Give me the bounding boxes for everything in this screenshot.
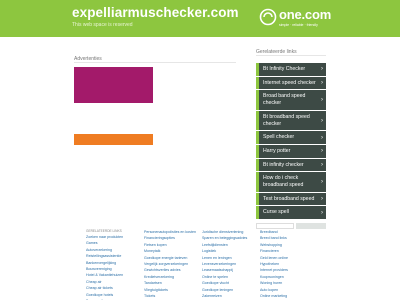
one-com-logo[interactable]: one.com simple · reliable · friendly: [259, 6, 332, 32]
footer-column: GERELATEERDE LINKS Zoeken naar produkten…: [86, 229, 142, 300]
footer-link[interactable]: Tickets: [144, 293, 200, 299]
brand-name: one.com: [279, 7, 332, 22]
ad-stripe-orange: [74, 134, 153, 145]
related-link[interactable]: Harry potter ›: [256, 144, 326, 158]
chevron-right-icon: ›: [321, 148, 323, 155]
related-link-label: Test broadband speed: [263, 195, 315, 202]
chevron-right-icon: ›: [321, 80, 323, 87]
related-link-label: Broad band speed checker: [263, 93, 306, 107]
chevron-right-icon: ›: [321, 161, 323, 168]
chevron-right-icon: ›: [321, 134, 323, 141]
chevron-right-icon: ›: [321, 97, 323, 104]
related-link[interactable]: Test broadband speed ›: [256, 192, 326, 206]
related-link-label: Bt broadband speed checker: [263, 113, 310, 127]
related-link-label: Curse spell: [263, 209, 289, 216]
related-link[interactable]: Bt infinity checker ›: [256, 158, 326, 172]
related-link[interactable]: Broad band speed checker ›: [256, 90, 326, 110]
related-link-label: Harry potter: [263, 147, 291, 154]
chevron-right-icon: ›: [321, 196, 323, 203]
chevron-right-icon: ›: [321, 179, 323, 186]
footer-column: Breedband Breed band links Webshopping Fina…: [260, 229, 316, 299]
footer-column: Personenautopolisties en kosten Financier…: [144, 229, 200, 299]
footer-link[interactable]: Online marketing: [260, 293, 316, 299]
related-link[interactable]: Curse spell ›: [256, 206, 326, 220]
chevron-right-icon: ›: [321, 209, 323, 216]
related-link-label: How do i check broadband speed: [263, 175, 304, 189]
ad-stripe-magenta: [74, 67, 153, 103]
related-link-label: Spell checker: [263, 134, 295, 141]
related-link[interactable]: Internet speed checker ›: [256, 76, 326, 90]
footer-column: Juridische dienstverlening Sparen en bele…: [202, 229, 258, 299]
related-link-label: Bt infinity checker: [263, 161, 304, 168]
ad-divider: [74, 62, 236, 63]
site-header: expelliarmuschecker.com This web space i…: [0, 0, 400, 37]
site-title[interactable]: expelliarmuschecker.com: [72, 5, 239, 20]
one-com-swirl-icon: [259, 8, 277, 26]
related-links-divider: [256, 55, 326, 56]
chevron-right-icon: ›: [321, 117, 323, 124]
chevron-right-icon: ›: [321, 66, 323, 73]
related-link-label: Internet speed checker: [263, 79, 316, 86]
related-link[interactable]: Bt broadband speed checker ›: [256, 110, 326, 131]
site-subtitle: This web space is reserved: [72, 22, 133, 28]
brand-tagline: simple · reliable · friendly: [279, 23, 318, 27]
ad-stripe-white: [74, 103, 153, 134]
related-link[interactable]: How do i check broadband speed ›: [256, 172, 326, 192]
ad-banner[interactable]: [74, 67, 153, 145]
related-links-list: Bt Infinity Checker › Internet speed chec…: [256, 63, 326, 220]
related-link[interactable]: Spell checker ›: [256, 131, 326, 144]
footer-link[interactable]: Zakenreizen: [202, 293, 258, 299]
related-link[interactable]: Bt Infinity Checker ›: [256, 63, 326, 76]
related-link-label: Bt Infinity Checker: [263, 66, 306, 72]
